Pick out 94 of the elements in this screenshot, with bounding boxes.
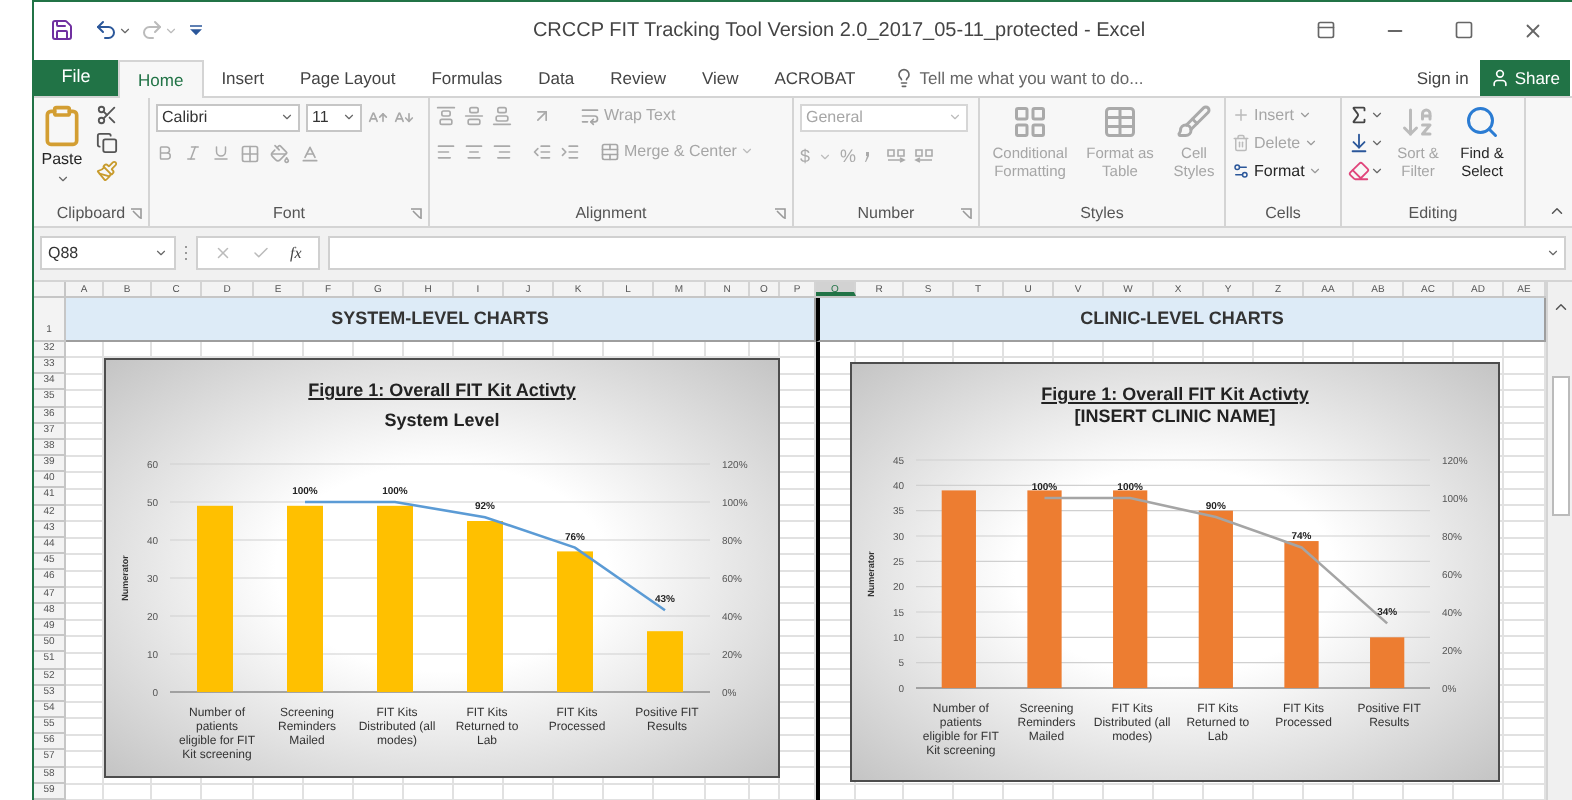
grow-font-icon[interactable] [368,107,388,128]
dialog-launcher-icon[interactable] [410,207,422,220]
increase-decimal-icon[interactable] [886,148,907,167]
caret-icon[interactable] [118,23,132,38]
sliders-icon [1232,162,1250,181]
middle-align-icon[interactable] [464,105,484,126]
sum-icon[interactable] [1348,103,1370,126]
cut-icon[interactable] [96,103,118,126]
merge-cells-icon [600,141,620,162]
ribbon-tab[interactable]: Review [592,59,684,96]
fill-down-icon[interactable] [1348,131,1370,154]
group-label: Alignment [575,201,647,226]
group-label: Clipboard [56,201,126,226]
brush-icon [1176,103,1212,140]
group-label: Editing [1408,201,1458,226]
cells-button[interactable]: Format [1232,159,1323,184]
formula-input[interactable] [327,236,1566,271]
undo-icon[interactable] [94,18,118,43]
borders-icon[interactable] [240,143,260,164]
clipboard-icon [40,103,84,148]
share-button[interactable]: Share [1480,59,1570,96]
group-label: Number [857,201,915,226]
top-align-icon[interactable] [436,105,456,126]
group-label: Cells [1265,201,1301,226]
caret-icon[interactable] [280,110,294,125]
ribbon-tab[interactable]: Page Layout [281,59,414,96]
dialog-launcher-icon[interactable] [774,207,786,220]
caret-icon[interactable] [55,171,69,186]
dialog-launcher-icon[interactable] [130,207,142,220]
window-title: CRCCP FIT Tracking Tool Version 2.0_2017_05-11_protected - Excel [532,17,1146,46]
close-icon[interactable] [1522,19,1544,42]
ribbon-tab[interactable]: ACROBAT [756,59,874,96]
font-color-icon[interactable] [300,143,320,164]
caret-icon[interactable] [342,110,356,125]
enter-icon[interactable] [252,244,270,263]
plus-icon [1232,106,1250,125]
search-icon [1464,103,1500,140]
ribbon-tab[interactable]: Home [118,59,204,98]
comma-style-icon[interactable] [864,152,871,163]
paste-button[interactable]: Paste [40,103,84,186]
group-label: Font [272,201,305,226]
bar [1370,636,1405,688]
vertical-scrollbar[interactable] [1546,281,1572,800]
ribbon-tab[interactable]: Data [520,59,593,96]
eraser-icon[interactable] [1348,159,1370,182]
wrap-text-icon [580,105,600,126]
orientation-icon[interactable] [532,105,552,126]
file-tab[interactable]: File [34,59,118,96]
ribbon-display-icon[interactable] [1316,20,1336,41]
ribbon-tab[interactable]: Formulas [413,59,521,96]
scroll-thumb[interactable] [1551,375,1569,516]
increase-indent-icon[interactable] [560,141,580,162]
decrease-indent-icon[interactable] [532,141,552,162]
underline-icon[interactable] [212,144,230,163]
tell-me-field[interactable]: Tell me what you want to do... [919,65,1144,91]
lightbulb-icon [893,67,914,88]
ribbon-tab[interactable]: View [683,59,757,96]
align-right-icon[interactable] [492,141,512,162]
chart-title: Figure 1: Overall FIT Kit Activty [308,379,576,402]
fill-color-icon[interactable] [270,143,290,164]
name-box[interactable]: Q88 [40,236,176,271]
table-icon [1102,103,1138,140]
bottom-align-icon[interactable] [492,105,512,126]
caret-icon[interactable] [1546,246,1560,261]
trash-icon [1232,134,1250,153]
bar [557,550,593,692]
section-header: CLINIC-LEVEL CHARTS [816,297,1546,342]
italic-icon[interactable] [184,144,202,163]
caret-icon[interactable] [154,246,168,261]
chart-title: Figure 1: Overall FIT Kit Activty [1041,383,1309,406]
sort-icon [1400,103,1436,140]
ribbon-tab[interactable]: Insert [203,59,282,96]
section-header: SYSTEM-LEVEL CHARTS [66,297,816,342]
sign-in-link[interactable]: Sign in [1404,59,1481,96]
bar [647,630,683,692]
cancel-icon[interactable] [214,244,232,263]
group-label: Styles [1080,201,1124,226]
bold-icon[interactable] [156,144,174,163]
dialog-launcher-icon[interactable] [960,207,972,220]
grid-icon [1012,103,1048,140]
insert-function-button[interactable]: fx [290,241,302,266]
chart-subtitle: [INSERT CLINIC NAME] [1074,405,1276,428]
maximize-icon[interactable] [1454,20,1474,41]
font-size-field[interactable]: 11 [306,103,362,132]
copy-icon[interactable] [96,131,118,154]
customize-toolbar-icon[interactable] [190,24,202,37]
person-icon [1490,67,1511,88]
align-left-icon[interactable] [436,141,456,162]
shrink-font-icon[interactable] [394,107,414,128]
save-icon[interactable] [50,18,74,43]
decrease-decimal-icon[interactable] [914,148,935,167]
font-name-field[interactable]: Calibri [156,103,300,132]
align-center-icon[interactable] [464,141,484,162]
chart-subtitle: System Level [384,409,500,432]
